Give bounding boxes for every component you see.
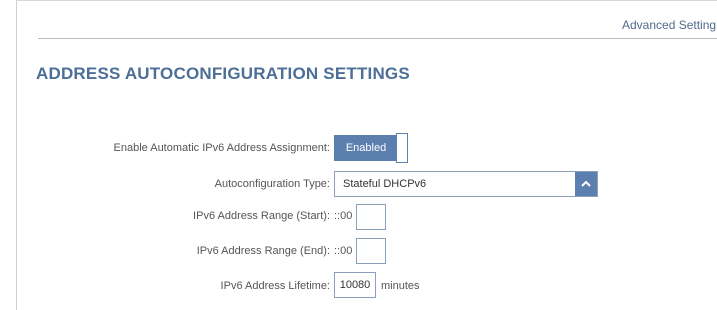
range-end-label: IPv6 Address Range (End): <box>196 245 330 257</box>
breadcrumb[interactable]: Advanced Setting <box>622 18 716 32</box>
auto-assign-toggle[interactable]: Enabled <box>334 133 410 163</box>
page-title: ADDRESS AUTOCONFIGURATION SETTINGS <box>36 64 410 83</box>
lifetime-unit: minutes <box>381 280 420 292</box>
autoconfig-type-select[interactable]: Stateful DHCPv6 <box>334 171 598 197</box>
autoconfig-type-label: Autoconfiguration Type: <box>214 178 330 190</box>
range-start-input[interactable] <box>356 204 386 230</box>
header-divider <box>38 38 717 39</box>
toggle-knob[interactable] <box>396 133 408 163</box>
range-end-prefix: ::00 <box>334 245 353 257</box>
chevron-up-icon[interactable] <box>575 172 597 196</box>
range-start-prefix: ::00 <box>334 210 353 222</box>
toggle-state-label: Enabled <box>334 135 398 161</box>
autoconfig-type-value: Stateful DHCPv6 <box>343 178 427 190</box>
lifetime-input[interactable]: 10080 <box>334 272 376 298</box>
lifetime-label: IPv6 Address Lifetime: <box>220 280 330 292</box>
range-end-input[interactable] <box>356 238 386 264</box>
range-start-label: IPv6 Address Range (Start): <box>193 210 330 222</box>
auto-assign-label: Enable Automatic IPv6 Address Assignment… <box>113 142 330 154</box>
